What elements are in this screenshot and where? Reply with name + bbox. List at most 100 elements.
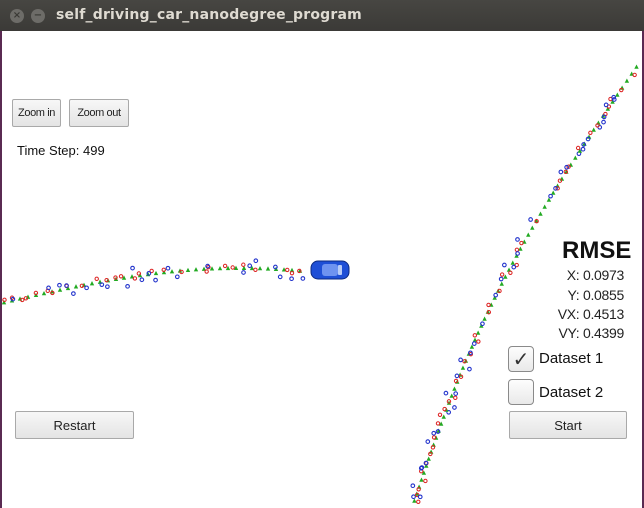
ground-truth-marker: [538, 211, 543, 216]
rmse-vx: VX: 0.4513: [557, 306, 625, 322]
lidar-marker: [472, 333, 478, 338]
ground-truth-marker: [526, 232, 531, 237]
ground-truth-marker: [591, 127, 596, 132]
lidar-marker: [285, 267, 290, 273]
window-title: self_driving_car_nanodegree_program: [56, 7, 362, 23]
start-button[interactable]: Start: [509, 411, 627, 439]
ground-truth-marker: [460, 365, 466, 370]
radar-marker: [105, 284, 110, 290]
radar-marker: [146, 270, 152, 276]
lidar-marker: [230, 265, 235, 270]
ground-truth-marker: [169, 269, 175, 274]
radar-marker: [71, 291, 76, 296]
radar-marker: [452, 405, 457, 410]
dataset-2-checkbox[interactable]: [508, 379, 534, 405]
radar-marker: [153, 277, 158, 283]
lidar-marker: [94, 276, 99, 282]
ground-truth-marker: [153, 270, 159, 276]
ground-truth-marker: [624, 78, 630, 83]
ground-truth-marker: [57, 287, 63, 292]
rmse-vy: VY: 0.4399: [558, 325, 624, 341]
radar-marker: [410, 483, 416, 489]
lidar-marker: [575, 145, 581, 151]
radar-marker: [601, 119, 606, 125]
minimize-icon[interactable]: −: [31, 9, 45, 23]
radar-marker: [493, 292, 499, 298]
ground-truth-marker: [193, 267, 199, 272]
radar-marker: [273, 264, 278, 270]
radar-marker: [515, 237, 520, 242]
rmse-x: X: 0.0973: [566, 267, 625, 283]
ground-truth-marker: [499, 281, 504, 286]
radar-marker: [253, 258, 259, 264]
radar-marker: [453, 391, 459, 396]
radar-marker: [165, 265, 171, 271]
radar-marker: [241, 270, 246, 275]
lidar-marker: [588, 130, 593, 135]
lidar-marker: [416, 499, 421, 505]
ground-truth-marker: [41, 290, 47, 296]
zoom-in-button[interactable]: Zoom in: [12, 99, 61, 127]
radar-marker: [558, 169, 564, 175]
restart-button[interactable]: Restart: [15, 411, 134, 439]
radar-marker: [431, 430, 437, 436]
radar-marker: [64, 283, 69, 288]
radar-marker: [515, 251, 520, 256]
radar-marker: [46, 285, 51, 291]
lidar-marker: [514, 247, 520, 252]
radar-marker: [247, 263, 253, 269]
ground-truth-marker: [419, 477, 424, 482]
time-step-label: Time Step: 499: [17, 143, 105, 158]
ground-truth-marker: [73, 284, 79, 289]
ground-truth-marker: [634, 64, 639, 69]
ground-truth-marker: [482, 316, 487, 321]
ground-truth-marker: [257, 265, 263, 271]
radar-marker: [277, 274, 283, 280]
title-bar: × − self_driving_car_nanodegree_program: [0, 0, 644, 31]
lidar-marker: [423, 478, 428, 484]
radar-marker: [603, 102, 609, 108]
rmse-y: Y: 0.0855: [567, 287, 625, 303]
rmse-title: RMSE: [562, 237, 632, 264]
radar-marker: [125, 283, 130, 289]
lidar-marker: [241, 262, 246, 267]
lidar-marker: [204, 269, 209, 274]
dataset-1-label: Dataset 1: [539, 350, 604, 367]
radar-marker: [130, 265, 135, 271]
lidar-marker: [253, 267, 258, 273]
radar-marker: [425, 439, 431, 444]
radar-marker: [423, 460, 429, 466]
ground-truth-marker: [412, 498, 417, 503]
dataset-1-checkbox[interactable]: ✓: [508, 346, 534, 372]
ground-truth-marker: [428, 449, 434, 454]
radar-marker: [289, 276, 294, 282]
simulator-canvas[interactable]: Zoom in Zoom out Time Step: 499 RMSE X: …: [2, 31, 642, 508]
zoom-out-button[interactable]: Zoom out: [69, 99, 129, 127]
radar-marker: [580, 146, 586, 152]
radar-marker: [417, 494, 423, 500]
radar-marker: [471, 341, 477, 346]
ground-truth-marker: [615, 92, 620, 97]
lidar-marker: [222, 263, 228, 269]
radar-marker: [511, 264, 517, 270]
radar-marker: [443, 390, 449, 396]
radar-marker: [528, 217, 533, 222]
checkmark-icon: ✓: [512, 347, 530, 371]
radar-marker: [548, 193, 553, 199]
dataset-2-label: Dataset 2: [539, 384, 604, 401]
lidar-marker: [435, 421, 441, 426]
ground-truth-marker: [217, 265, 223, 271]
radar-marker: [480, 321, 485, 327]
ground-truth-marker: [573, 155, 578, 160]
lidar-marker: [476, 339, 481, 344]
radar-marker: [502, 262, 507, 268]
lidar-marker: [453, 395, 458, 401]
radar-marker: [467, 366, 472, 372]
lidar-marker: [118, 274, 124, 279]
app-window: × − self_driving_car_nanodegree_program …: [0, 0, 644, 508]
radar-marker: [99, 282, 105, 288]
close-icon[interactable]: ×: [10, 9, 24, 23]
radar-marker: [300, 276, 306, 281]
ground-truth-marker: [510, 260, 515, 265]
ground-truth-marker: [452, 386, 457, 391]
